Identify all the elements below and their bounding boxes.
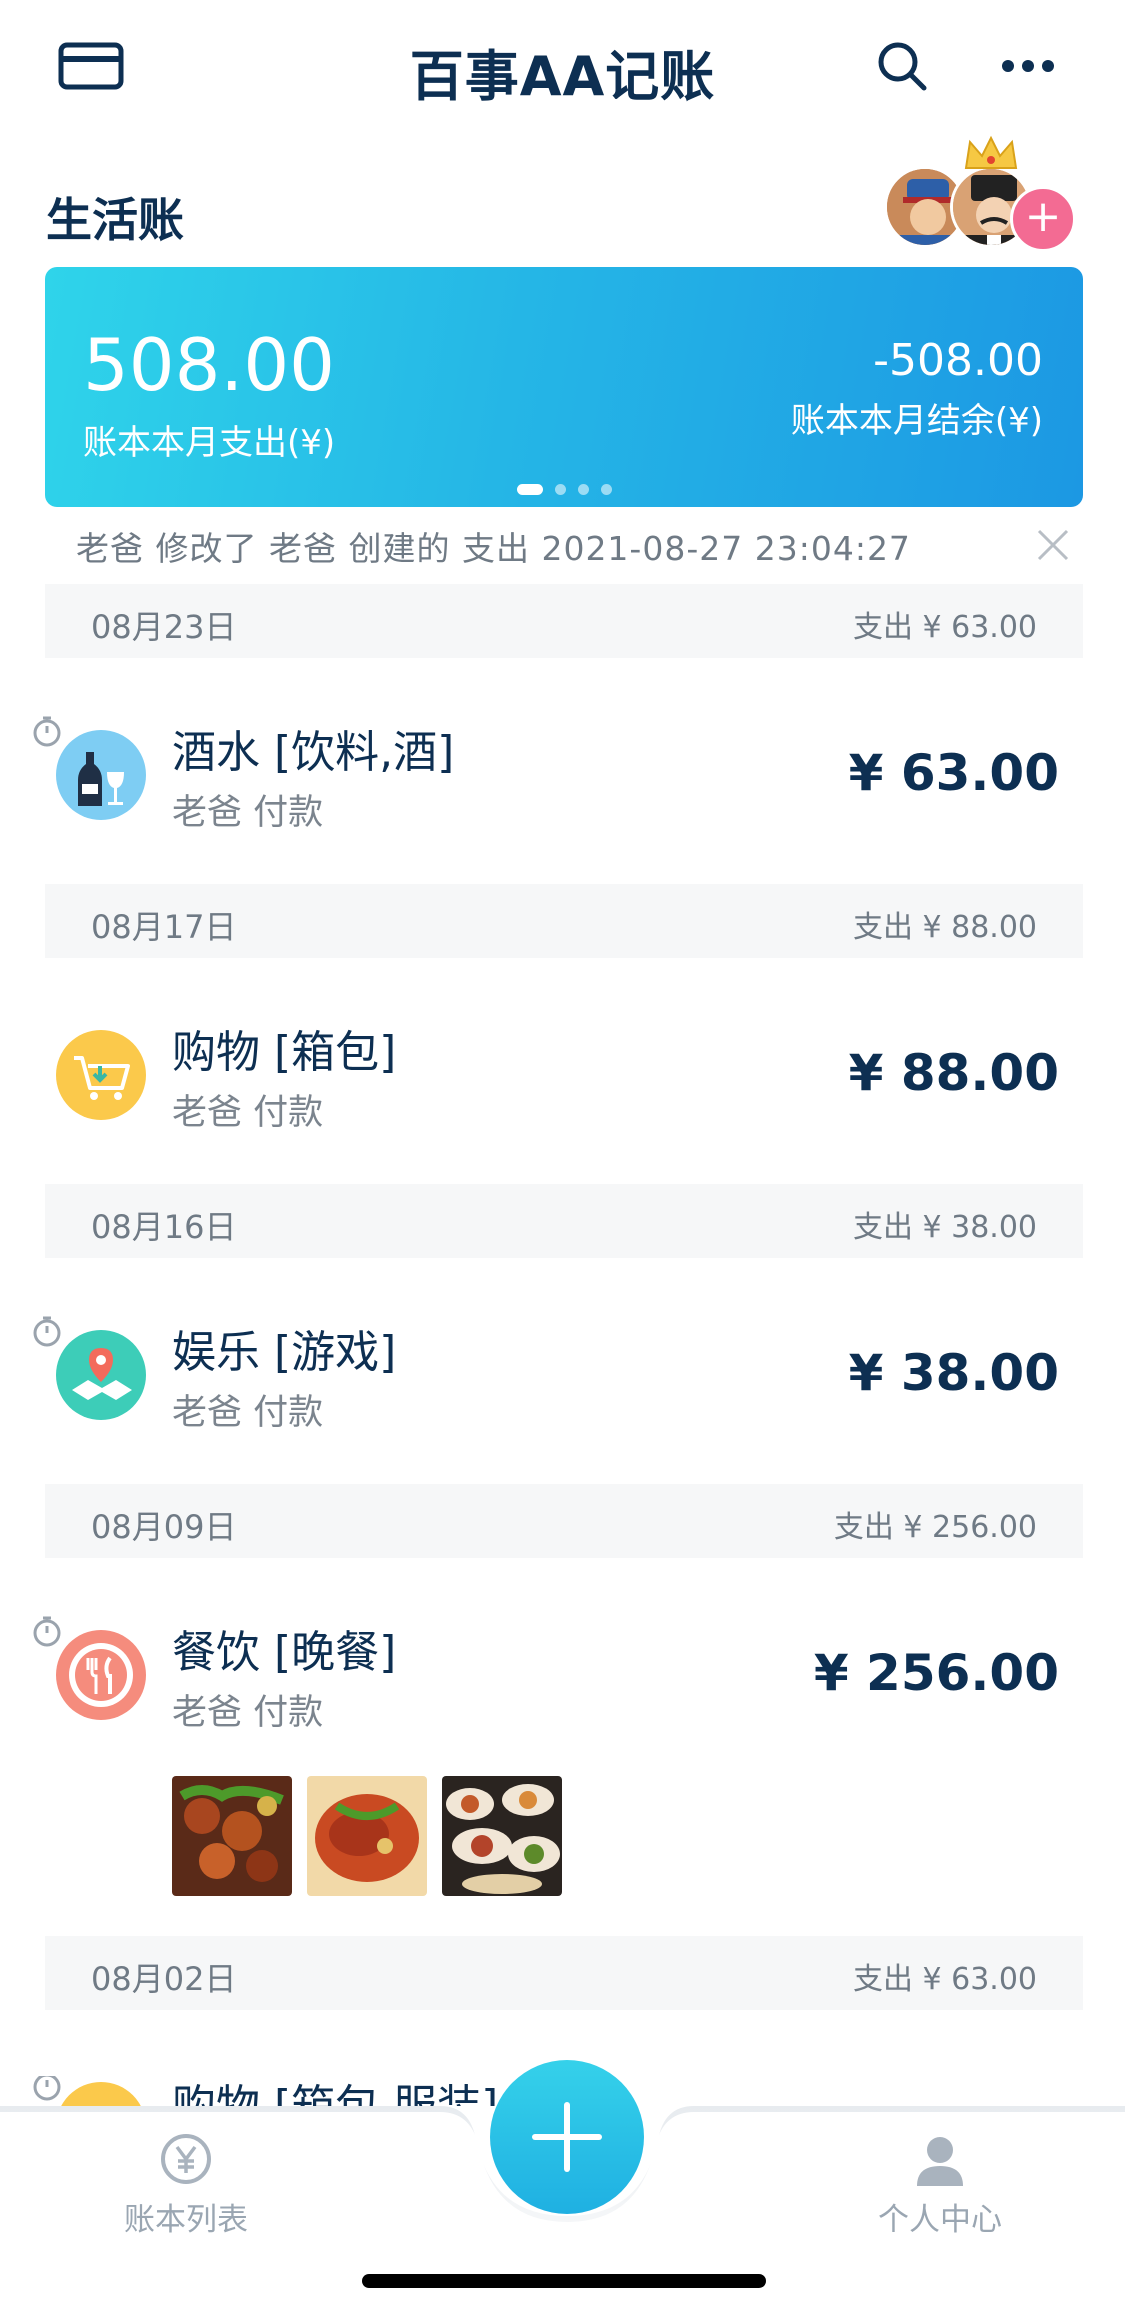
date-header: 08月23日 支出 ¥ 63.00	[45, 584, 1083, 658]
date-summary: 支出 ¥ 38.00	[852, 1210, 1037, 1245]
map-pin-icon	[56, 1330, 146, 1420]
home-indicator	[362, 2274, 766, 2288]
record-title[interactable]: 酒水 [饮料,酒]	[172, 716, 454, 780]
yuan-coin-icon	[161, 2134, 211, 2184]
date-header: 08月02日 支出 ¥ 63.00	[45, 1936, 1083, 2010]
close-icon[interactable]	[1036, 528, 1070, 562]
food-photo[interactable]	[172, 1776, 292, 1896]
page-indicator	[45, 479, 1083, 495]
crown-icon	[964, 135, 1018, 169]
record-amount: ¥ 38.00	[848, 1344, 1059, 1402]
search-icon[interactable]	[876, 40, 928, 92]
date-label: 08月23日	[91, 608, 237, 646]
record-amount: ¥ 88.00	[848, 1044, 1059, 1102]
user-icon	[917, 2137, 963, 2186]
shopping-cart-icon	[56, 1030, 146, 1120]
record-payer: 老爸 付款	[172, 1393, 324, 1433]
page-dot	[600, 484, 612, 495]
monthly-balance-amount: -508.00	[873, 335, 1043, 386]
monthly-expense-amount: 508.00	[83, 323, 335, 407]
more-icon[interactable]	[1000, 54, 1056, 78]
tab-profile[interactable]: 个人中心	[810, 2132, 1070, 2239]
record-amount: ¥ 63.00	[848, 744, 1059, 802]
date-summary: 支出 ¥ 88.00	[852, 910, 1037, 945]
record-title[interactable]: 购物 [箱包]	[172, 1016, 396, 1080]
add-member-button[interactable]: +	[1010, 186, 1076, 252]
date-label: 08月17日	[91, 908, 237, 946]
monthly-expense-label: 账本本月支出(¥)	[83, 423, 336, 463]
page-dot	[577, 484, 589, 495]
plus-icon	[532, 2102, 602, 2172]
date-label: 08月09日	[91, 1508, 237, 1546]
tab-books-label: 账本列表	[124, 2202, 248, 2238]
fork-knife-icon	[56, 1630, 146, 1720]
date-summary: 支出 ¥ 256.00	[833, 1510, 1037, 1545]
record-payer: 老爸 付款	[172, 1693, 324, 1733]
record-title[interactable]: 餐饮 [晚餐]	[172, 1616, 396, 1680]
summary-card[interactable]: 508.00 账本本月支出(¥) -508.00 账本本月结余(¥)	[45, 267, 1083, 507]
food-photo[interactable]	[442, 1776, 562, 1896]
monthly-balance-label: 账本本月结余(¥)	[790, 401, 1043, 441]
add-record-button[interactable]	[490, 2060, 644, 2214]
date-summary: 支出 ¥ 63.00	[852, 610, 1037, 645]
date-header: 08月17日 支出 ¥ 88.00	[45, 884, 1083, 958]
record-payer: 老爸 付款	[172, 1093, 324, 1133]
tab-books[interactable]: 账本列表	[56, 2132, 316, 2239]
date-summary: 支出 ¥ 63.00	[852, 1962, 1037, 1997]
page-dot	[516, 484, 543, 495]
top-bar: 百事AA记账	[0, 0, 1125, 134]
app-title: 百事AA记账	[409, 45, 716, 108]
timer-icon	[33, 2076, 61, 2101]
page-dot	[554, 484, 566, 495]
wine-icon	[56, 730, 146, 820]
record-amount: ¥ 256.00	[813, 1644, 1059, 1702]
date-header: 08月16日 支出 ¥ 38.00	[45, 1184, 1083, 1258]
book-name[interactable]: 生活账	[46, 184, 184, 250]
record-title[interactable]: 娱乐 [游戏]	[172, 1316, 396, 1380]
date-header: 08月09日 支出 ¥ 256.00	[45, 1484, 1083, 1558]
date-label: 08月02日	[91, 1960, 237, 1998]
food-photo[interactable]	[307, 1776, 427, 1896]
activity-notice: 老爸 修改了 老爸 创建的 支出 2021-08-27 23:04:27	[76, 529, 911, 568]
date-label: 08月16日	[91, 1208, 237, 1246]
record-payer: 老爸 付款	[172, 793, 324, 833]
tab-profile-label: 个人中心	[878, 2202, 1002, 2238]
